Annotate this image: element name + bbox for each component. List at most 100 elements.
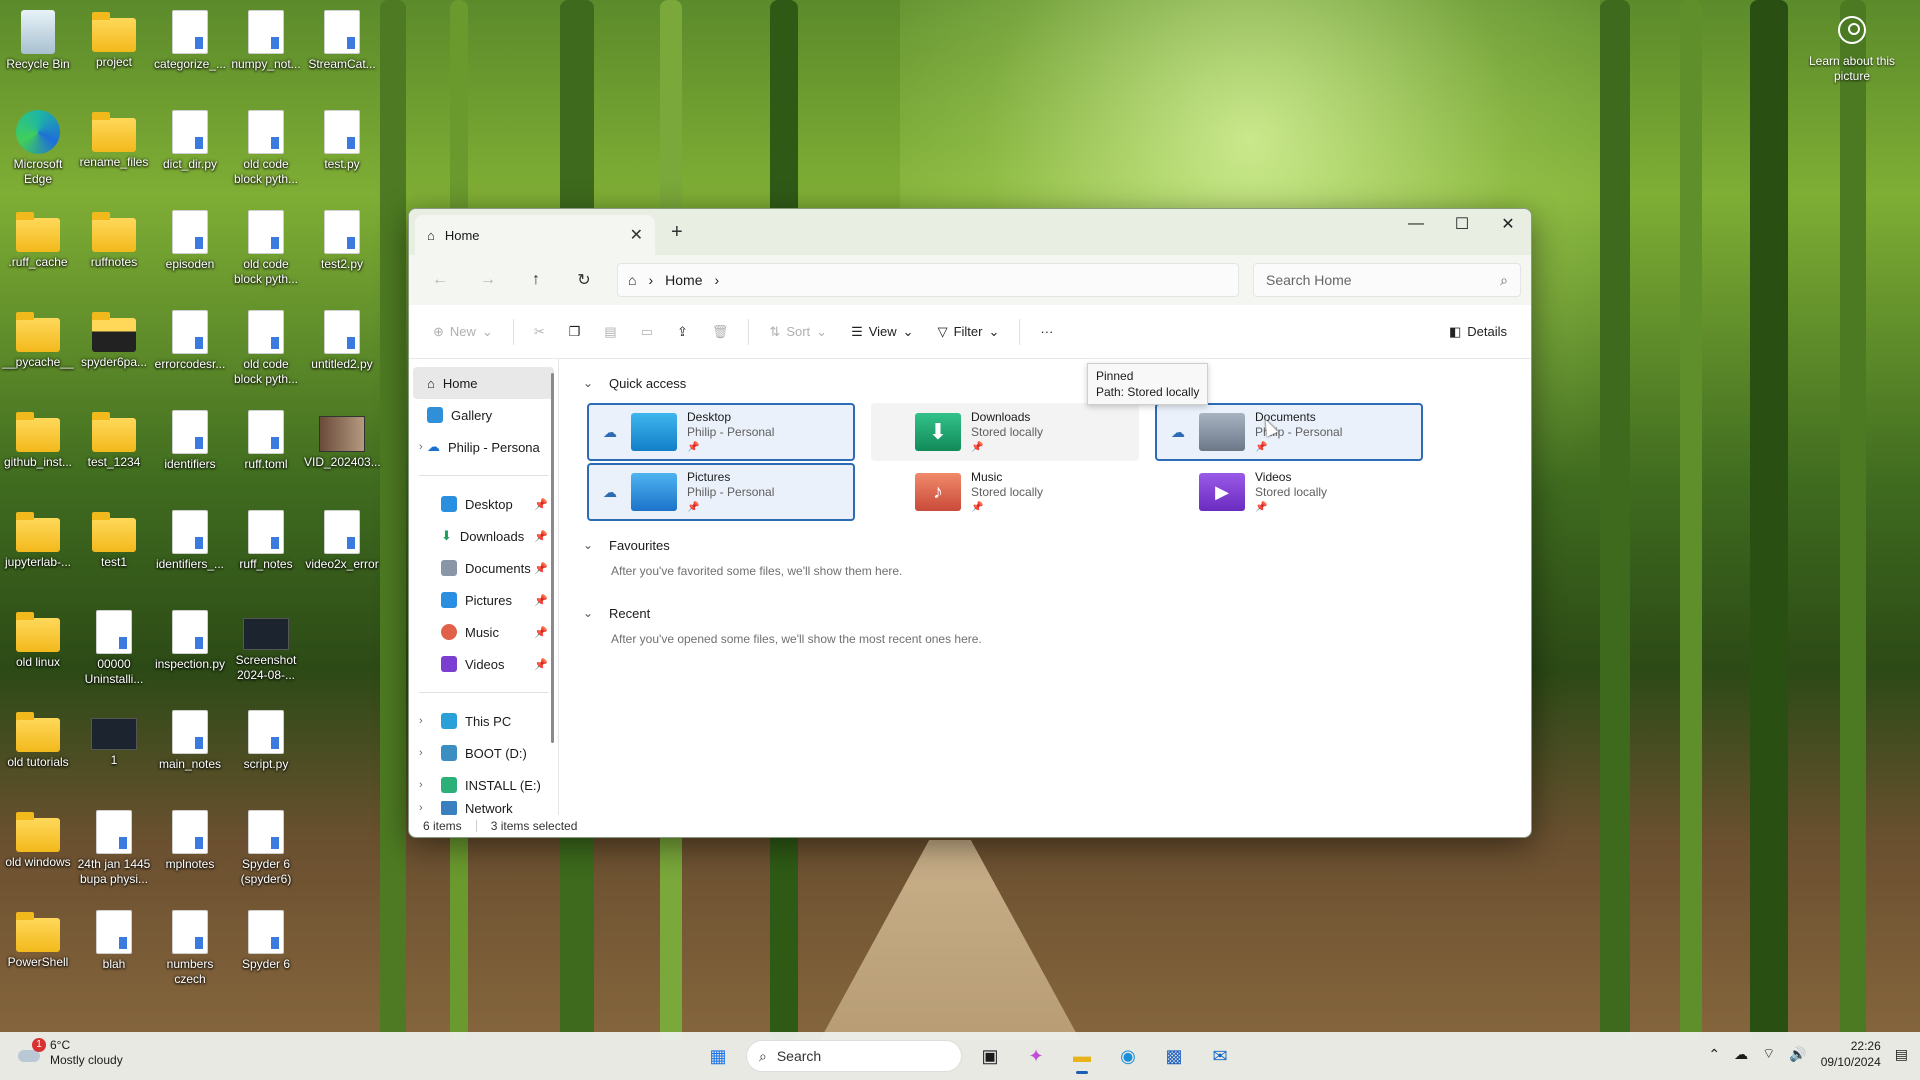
desktop-icon[interactable]: rename_files xyxy=(76,106,152,170)
store-taskbar-button[interactable]: ▩ xyxy=(1156,1038,1192,1074)
paste-button[interactable]: ▤ xyxy=(594,315,626,349)
desktop-icon[interactable]: test1 xyxy=(76,506,152,570)
desktop-icon[interactable]: project xyxy=(76,6,152,70)
desktop-icon[interactable]: identifiers_... xyxy=(152,506,228,572)
learn-about-picture[interactable]: Learn about this picture xyxy=(1804,12,1900,84)
desktop-icon[interactable]: PowerShell xyxy=(0,906,76,970)
close-button[interactable]: ✕ xyxy=(1485,209,1531,239)
clock[interactable]: 22:26 09/10/2024 xyxy=(1821,1038,1881,1070)
desktop-icon-edge[interactable]: Microsoft Edge xyxy=(0,106,76,187)
start-button[interactable]: ▦ xyxy=(700,1038,736,1074)
desktop-icon[interactable]: test.py xyxy=(304,106,380,172)
sidebar-item-music[interactable]: Music 📌 xyxy=(409,616,558,648)
onedrive-icon[interactable]: ☁ xyxy=(1734,1046,1748,1063)
quick-access-pictures[interactable]: ☁ Pictures Philip - Personal 📌 xyxy=(587,463,855,521)
desktop-icon[interactable]: __pycache__ xyxy=(0,306,76,370)
quick-access-desktop[interactable]: ☁ Desktop Philip - Personal 📌 xyxy=(587,403,855,461)
desktop-icon[interactable]: main_notes xyxy=(152,706,228,772)
up-button[interactable]: ↑ xyxy=(515,264,557,296)
task-view-button[interactable]: ▣ xyxy=(972,1038,1008,1074)
quick-access-downloads[interactable]: ⬇ Downloads Stored locally 📌 xyxy=(871,403,1139,461)
desktop-icon[interactable]: old code block pyth... xyxy=(228,306,304,387)
address-bar[interactable]: ⌂ › Home › xyxy=(617,263,1239,297)
desktop-icon[interactable]: blah xyxy=(76,906,152,972)
more-options-button[interactable]: ··· xyxy=(1030,315,1063,349)
quick-access-music[interactable]: ♪ Music Stored locally 📌 xyxy=(871,463,1139,521)
desktop-icon[interactable]: jupyterlab-... xyxy=(0,506,76,570)
close-tab-icon[interactable]: ✕ xyxy=(630,225,643,245)
desktop-icon[interactable]: mplnotes xyxy=(152,806,228,872)
sidebar-item-install-drive[interactable]: › INSTALL (E:) xyxy=(409,769,558,801)
favourites-header[interactable]: ⌄ Favourites xyxy=(583,531,1507,559)
desktop-icon[interactable]: github_inst... xyxy=(0,406,76,470)
quick-access-videos[interactable]: ▶ Videos Stored locally 📌 xyxy=(1155,463,1423,521)
desktop-icon[interactable]: video2x_error xyxy=(304,506,380,572)
weather-widget[interactable]: 1 6°C Mostly cloudy xyxy=(16,1038,123,1068)
desktop-icon[interactable]: old code block pyth... xyxy=(228,206,304,287)
edge-taskbar-button[interactable]: ◉ xyxy=(1110,1038,1146,1074)
volume-icon[interactable]: 🔊 xyxy=(1789,1046,1806,1063)
new-tab-button[interactable]: + xyxy=(671,221,683,244)
desktop-icon[interactable]: numbers czech xyxy=(152,906,228,987)
desktop-icon[interactable]: 00000 Uninstalli... xyxy=(76,606,152,687)
details-pane-button[interactable]: ◧ Details xyxy=(1439,315,1517,349)
sort-button[interactable]: ⇅ Sort ⌄ xyxy=(759,315,837,349)
tab-home[interactable]: ⌂ Home ✕ xyxy=(415,215,655,255)
desktop-icon[interactable]: Spyder 6 xyxy=(228,906,304,972)
desktop-icon[interactable]: ruffnotes xyxy=(76,206,152,270)
desktop-icon[interactable]: errorcodesr... xyxy=(152,306,228,372)
desktop-icon[interactable]: script.py xyxy=(228,706,304,772)
desktop-icon[interactable]: old tutorials xyxy=(0,706,76,770)
chevron-up-icon[interactable]: ⌃ xyxy=(1708,1046,1720,1063)
desktop-icon[interactable]: old linux xyxy=(0,606,76,670)
desktop-icon[interactable]: categorize_... xyxy=(152,6,228,72)
recent-header[interactable]: ⌄ Recent xyxy=(583,599,1507,627)
new-button[interactable]: ⊕ New ⌄ xyxy=(423,315,503,349)
desktop-icon[interactable]: Screenshot 2024-08-... xyxy=(228,606,304,683)
desktop-icon[interactable]: ruff_notes xyxy=(228,506,304,572)
refresh-button[interactable]: ↻ xyxy=(563,264,605,296)
desktop-icon[interactable]: untitled2.py xyxy=(304,306,380,372)
sidebar-item-network[interactable]: › Network xyxy=(409,801,558,815)
desktop-icon[interactable]: 1 xyxy=(76,706,152,768)
sidebar-item-boot-drive[interactable]: › BOOT (D:) xyxy=(409,737,558,769)
sidebar-item-documents[interactable]: Documents 📌 xyxy=(409,552,558,584)
desktop-icon[interactable]: spyder6pa... xyxy=(76,306,152,370)
desktop-icon[interactable]: StreamCat... xyxy=(304,6,380,72)
share-button[interactable]: ⇪ xyxy=(667,315,698,349)
desktop-icon[interactable]: test2.py xyxy=(304,206,380,272)
search-input[interactable]: Search Home ⌕ xyxy=(1253,263,1521,297)
notifications-icon[interactable]: ▤ xyxy=(1895,1046,1908,1063)
copilot-button[interactable]: ✦ xyxy=(1018,1038,1054,1074)
desktop-icon[interactable]: episoden xyxy=(152,206,228,272)
filter-button[interactable]: ▽ Filter ⌄ xyxy=(928,315,1010,349)
delete-button[interactable]: 🗑 xyxy=(702,315,739,349)
sidebar-item-videos[interactable]: Videos 📌 xyxy=(409,648,558,680)
desktop-icon[interactable]: old windows xyxy=(0,806,76,870)
sidebar-item-pictures[interactable]: Pictures 📌 xyxy=(409,584,558,616)
desktop-icon[interactable]: .ruff_cache xyxy=(0,206,76,270)
copy-button[interactable]: ❐ xyxy=(559,315,591,349)
forward-button[interactable]: → xyxy=(467,264,509,296)
sidebar-item-downloads[interactable]: ⬇ Downloads 📌 xyxy=(409,520,558,552)
back-button[interactable]: ← xyxy=(419,264,461,296)
taskbar-search[interactable]: ⌕ Search xyxy=(746,1040,962,1072)
desktop-icon[interactable]: identifiers xyxy=(152,406,228,472)
outlook-taskbar-button[interactable]: ✉ xyxy=(1202,1038,1238,1074)
desktop-icon[interactable]: 24th jan 1445 bupa physi... xyxy=(76,806,152,887)
sidebar-scrollbar[interactable] xyxy=(551,373,554,743)
desktop-icon[interactable]: dict_dir.py xyxy=(152,106,228,172)
desktop-icon[interactable]: VID_202403... xyxy=(304,406,381,470)
maximize-button[interactable]: ☐ xyxy=(1439,209,1485,239)
desktop-icon-recycle-bin[interactable]: Recycle Bin xyxy=(0,6,76,72)
wifi-icon[interactable]: ⌔ xyxy=(1762,1045,1775,1063)
desktop-icon[interactable]: ruff.toml xyxy=(228,406,304,472)
quick-access-header[interactable]: ⌄ Quick access xyxy=(583,369,1507,397)
sidebar-item-gallery[interactable]: Gallery xyxy=(409,399,558,431)
desktop-icon[interactable]: Spyder 6 (spyder6) xyxy=(228,806,304,887)
cut-button[interactable]: ✂ xyxy=(524,315,555,349)
desktop-icon[interactable]: inspection.py xyxy=(152,606,228,672)
breadcrumb-home[interactable]: Home xyxy=(665,272,702,288)
minimize-button[interactable]: — xyxy=(1393,209,1439,239)
desktop-icon[interactable]: numpy_not... xyxy=(228,6,304,72)
